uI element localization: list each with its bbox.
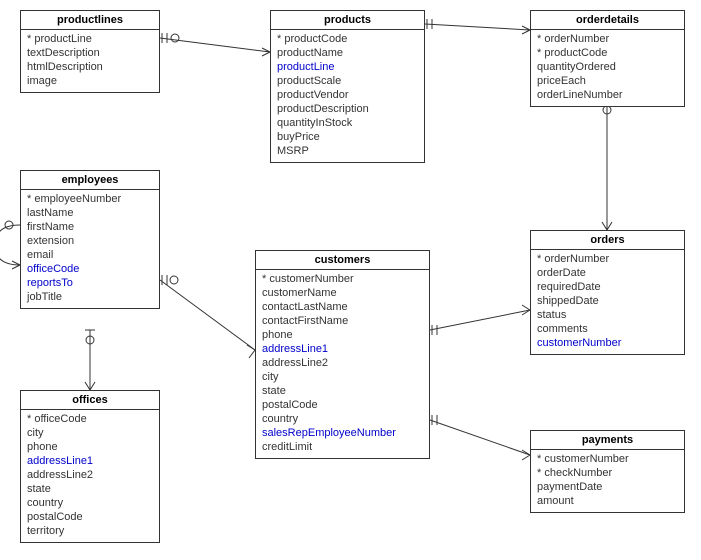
field-orderdetails-quantityOrdered: quantityOrdered <box>537 60 678 74</box>
field-productlines---productLine: * productLine <box>27 32 153 46</box>
field-employees-jobTitle: jobTitle <box>27 290 153 304</box>
entity-productlines-body: * productLinetextDescriptionhtmlDescript… <box>21 30 159 92</box>
field-products-productLine: productLine <box>277 60 418 74</box>
field-orders---orderNumber: * orderNumber <box>537 252 678 266</box>
field-customers-salesRepEmployeeNumber: salesRepEmployeeNumber <box>262 426 423 440</box>
field-offices-addressLine2: addressLine2 <box>27 468 153 482</box>
field-customers-phone: phone <box>262 328 423 342</box>
field-employees-firstName: firstName <box>27 220 153 234</box>
entity-employees-body: * employeeNumberlastNamefirstNameextensi… <box>21 190 159 308</box>
entity-offices-title: offices <box>21 391 159 410</box>
field-customers-creditLimit: creditLimit <box>262 440 423 454</box>
field-orderdetails---orderNumber: * orderNumber <box>537 32 678 46</box>
field-offices-city: city <box>27 426 153 440</box>
field-orderdetails---productCode: * productCode <box>537 46 678 60</box>
field-offices-phone: phone <box>27 440 153 454</box>
field-products-productDescription: productDescription <box>277 102 418 116</box>
field-customers-customerName: customerName <box>262 286 423 300</box>
field-customers-state: state <box>262 384 423 398</box>
field-orders-status: status <box>537 308 678 322</box>
field-products---productCode: * productCode <box>277 32 418 46</box>
field-orders-requiredDate: requiredDate <box>537 280 678 294</box>
entity-offices-body: * officeCodecityphoneaddressLine1address… <box>21 410 159 542</box>
entity-orders: orders* orderNumberorderDaterequiredDate… <box>530 230 685 355</box>
field-employees-lastName: lastName <box>27 206 153 220</box>
field-employees-officeCode: officeCode <box>27 262 153 276</box>
field-offices-country: country <box>27 496 153 510</box>
entity-productlines-title: productlines <box>21 11 159 30</box>
entity-orders-title: orders <box>531 231 684 250</box>
field-productlines-htmlDescription: htmlDescription <box>27 60 153 74</box>
field-employees-extension: extension <box>27 234 153 248</box>
field-payments-amount: amount <box>537 494 678 508</box>
field-orderdetails-orderLineNumber: orderLineNumber <box>537 88 678 102</box>
entity-payments-title: payments <box>531 431 684 450</box>
field-products-MSRP: MSRP <box>277 144 418 158</box>
entity-orderdetails: orderdetails* orderNumber* productCodequ… <box>530 10 685 107</box>
entity-payments-body: * customerNumber* checkNumberpaymentDate… <box>531 450 684 512</box>
field-products-productScale: productScale <box>277 74 418 88</box>
field-products-productVendor: productVendor <box>277 88 418 102</box>
field-customers-country: country <box>262 412 423 426</box>
entity-products-title: products <box>271 11 424 30</box>
field-orders-orderDate: orderDate <box>537 266 678 280</box>
entity-productlines: productlines* productLinetextDescription… <box>20 10 160 93</box>
entity-products: products* productCodeproductNameproductL… <box>270 10 425 163</box>
field-orders-comments: comments <box>537 322 678 336</box>
field-customers-contactLastName: contactLastName <box>262 300 423 314</box>
entity-employees: employees* employeeNumberlastNamefirstNa… <box>20 170 160 309</box>
field-customers---customerNumber: * customerNumber <box>262 272 423 286</box>
field-employees-reportsTo: reportsTo <box>27 276 153 290</box>
entity-orderdetails-body: * orderNumber* productCodequantityOrdere… <box>531 30 684 106</box>
field-customers-city: city <box>262 370 423 384</box>
field-products-quantityInStock: quantityInStock <box>277 116 418 130</box>
field-orderdetails-priceEach: priceEach <box>537 74 678 88</box>
field-productlines-image: image <box>27 74 153 88</box>
field-orders-shippedDate: shippedDate <box>537 294 678 308</box>
field-customers-addressLine2: addressLine2 <box>262 356 423 370</box>
field-employees---employeeNumber: * employeeNumber <box>27 192 153 206</box>
field-employees-email: email <box>27 248 153 262</box>
field-payments---checkNumber: * checkNumber <box>537 466 678 480</box>
entity-orders-body: * orderNumberorderDaterequiredDateshippe… <box>531 250 684 354</box>
field-offices-territory: territory <box>27 524 153 538</box>
field-offices---officeCode: * officeCode <box>27 412 153 426</box>
entity-orderdetails-title: orderdetails <box>531 11 684 30</box>
entity-customers-body: * customerNumbercustomerNamecontactLastN… <box>256 270 429 458</box>
field-customers-addressLine1: addressLine1 <box>262 342 423 356</box>
entity-customers-title: customers <box>256 251 429 270</box>
field-offices-state: state <box>27 482 153 496</box>
field-offices-addressLine1: addressLine1 <box>27 454 153 468</box>
field-products-productName: productName <box>277 46 418 60</box>
erd-diagram: productlines* productLinetextDescription… <box>0 0 701 560</box>
entity-employees-title: employees <box>21 171 159 190</box>
entity-offices: offices* officeCodecityphoneaddressLine1… <box>20 390 160 543</box>
field-customers-postalCode: postalCode <box>262 398 423 412</box>
field-orders-customerNumber: customerNumber <box>537 336 678 350</box>
field-payments-paymentDate: paymentDate <box>537 480 678 494</box>
field-products-buyPrice: buyPrice <box>277 130 418 144</box>
field-payments---customerNumber: * customerNumber <box>537 452 678 466</box>
entity-products-body: * productCodeproductNameproductLineprodu… <box>271 30 424 162</box>
field-productlines-textDescription: textDescription <box>27 46 153 60</box>
entity-customers: customers* customerNumbercustomerNamecon… <box>255 250 430 459</box>
field-offices-postalCode: postalCode <box>27 510 153 524</box>
field-customers-contactFirstName: contactFirstName <box>262 314 423 328</box>
entity-payments: payments* customerNumber* checkNumberpay… <box>530 430 685 513</box>
